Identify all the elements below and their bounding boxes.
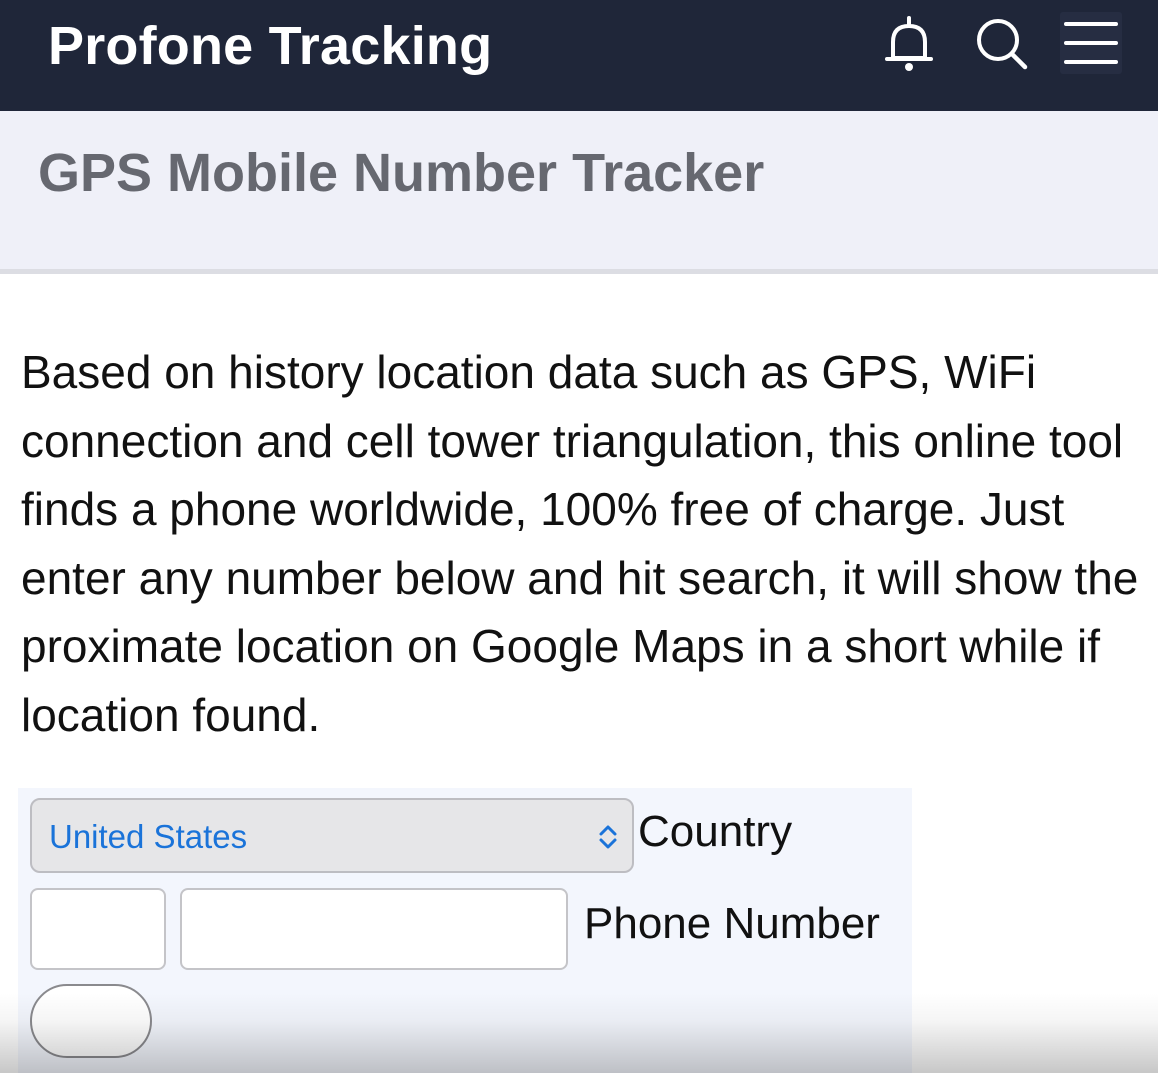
notifications-button[interactable] (878, 12, 940, 74)
top-navigation-bar: Profone Tracking (0, 0, 1158, 111)
search-submit-button[interactable] (30, 984, 152, 1058)
menu-icon (1064, 22, 1118, 64)
country-code-input[interactable] (30, 888, 166, 970)
country-selected-value: United States (49, 818, 248, 855)
intro-paragraph: Based on history location data such as G… (21, 346, 1139, 741)
country-label: Country (638, 807, 793, 856)
search-icon (977, 19, 1028, 70)
menu-button[interactable] (1060, 12, 1122, 74)
country-select[interactable]: United States (30, 798, 634, 873)
page-title: GPS Mobile Number Tracker (38, 143, 765, 203)
phone-number-label: Phone Number (584, 899, 880, 948)
page-header: GPS Mobile Number Tracker (0, 111, 1158, 274)
phone-number-input[interactable] (180, 888, 568, 970)
search-button[interactable] (970, 12, 1032, 74)
site-title[interactable]: Profone Tracking (48, 14, 492, 78)
select-chevron-icon (599, 825, 617, 849)
tracker-form: United States Country Phone Number (18, 788, 912, 1073)
bell-icon (885, 16, 933, 71)
